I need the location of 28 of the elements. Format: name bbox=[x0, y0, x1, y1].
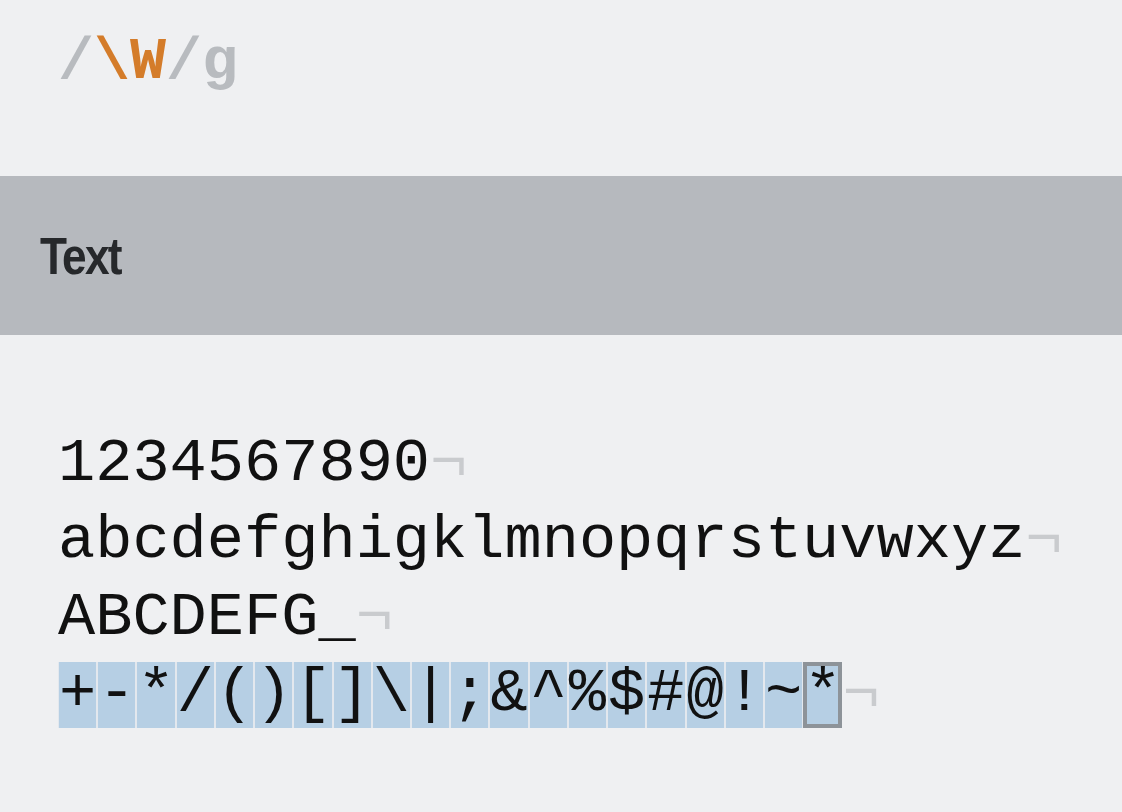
regex-match[interactable]: ~ bbox=[763, 661, 804, 728]
regex-match[interactable]: @ bbox=[685, 661, 725, 728]
regex-match[interactable]: & bbox=[489, 661, 529, 728]
regex-match[interactable]: % bbox=[567, 661, 608, 728]
line-end-mark: ¬ bbox=[355, 581, 393, 655]
regex-match[interactable]: [ bbox=[293, 661, 333, 728]
line-end-mark: ¬ bbox=[1025, 504, 1063, 578]
regex-match[interactable]: * bbox=[803, 661, 843, 728]
regex-match[interactable]: / bbox=[175, 661, 215, 728]
line-end-mark: ¬ bbox=[430, 427, 468, 501]
regex-match[interactable]: # bbox=[646, 661, 686, 728]
regex-match[interactable]: ( bbox=[214, 661, 255, 728]
regex-match[interactable]: ] bbox=[332, 661, 372, 728]
regex-match[interactable]: ^ bbox=[528, 661, 568, 728]
text-line: 1234567890 bbox=[58, 427, 431, 501]
regex-match[interactable]: + bbox=[58, 661, 98, 728]
regex-match[interactable]: ! bbox=[724, 661, 764, 728]
regex-match[interactable]: | bbox=[410, 661, 451, 728]
regex-match[interactable]: ) bbox=[254, 661, 294, 728]
regex-match[interactable]: $ bbox=[607, 661, 647, 728]
regex-match[interactable]: \ bbox=[371, 661, 411, 728]
section-title: Text bbox=[40, 225, 121, 287]
text-line: ABCDEFG_ bbox=[58, 581, 356, 655]
regex-match[interactable]: - bbox=[97, 661, 137, 728]
text-line: abcdefghigklmnopqrstuvwxyz bbox=[58, 504, 1026, 578]
line-end-mark: ¬ bbox=[842, 658, 880, 732]
regex-match[interactable]: * bbox=[136, 661, 176, 728]
regex-match[interactable]: ; bbox=[450, 661, 490, 728]
